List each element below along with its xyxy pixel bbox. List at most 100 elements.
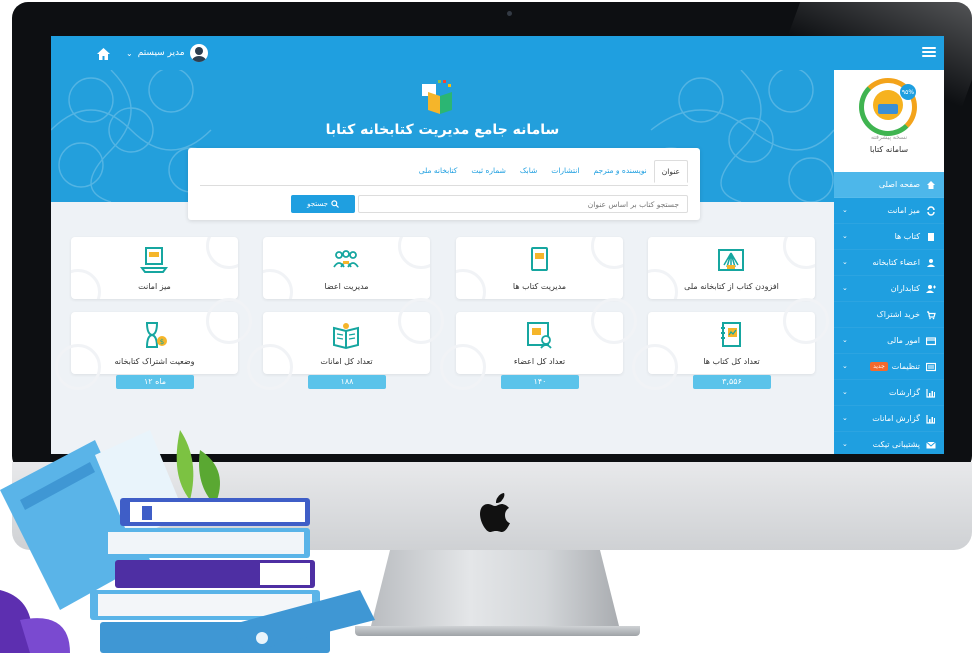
card-loan-desk[interactable]: میز امانت bbox=[71, 237, 238, 299]
sidebar-item-home[interactable]: صفحه اصلی bbox=[834, 172, 944, 198]
card-value: ۱۲ ماه bbox=[116, 375, 194, 389]
card-manage-members[interactable]: مدیریت اعضا bbox=[263, 237, 430, 299]
card-subscription-status[interactable]: $ وضعیت اشتراک کتابخانه ۱۲ ماه bbox=[55, 298, 252, 390]
sidebar-item-librarians[interactable]: ⌄ کتابداران bbox=[834, 276, 944, 302]
chevron-down-icon: ⌄ bbox=[842, 258, 848, 266]
cart-icon bbox=[927, 310, 936, 319]
subscription-icon: $ bbox=[146, 322, 167, 348]
tab-national-library[interactable]: کتابخانه ملی bbox=[412, 160, 465, 183]
tab-register-number[interactable]: شماره ثبت bbox=[464, 160, 513, 183]
chevron-down-icon: ⌄ bbox=[842, 440, 848, 448]
apple-logo-icon bbox=[480, 493, 510, 532]
new-badge: جدید bbox=[870, 362, 888, 371]
card-value: ۱۴۰ bbox=[501, 375, 579, 389]
card-total-loans[interactable]: تعداد کل امانات ۱۸۸ bbox=[247, 298, 444, 390]
chevron-down-icon: ⌄ bbox=[842, 206, 848, 214]
tab-author[interactable]: نویسنده و مترجم bbox=[586, 160, 653, 183]
chevron-down-icon: ⌄ bbox=[842, 284, 848, 292]
hamburger-icon[interactable] bbox=[922, 45, 936, 59]
loan-desk-icon bbox=[140, 247, 168, 273]
tab-isbn[interactable]: شابک bbox=[513, 160, 544, 183]
chevron-down-icon: ⌄ bbox=[842, 336, 848, 344]
sidebar-item-label: میز امانت bbox=[887, 206, 920, 215]
settings-icon bbox=[926, 362, 936, 371]
envelope-icon bbox=[926, 441, 936, 448]
sidebar-item-books[interactable]: ⌄ کتاب ها bbox=[834, 224, 944, 250]
sidebar-item-label: خرید اشتراک bbox=[876, 310, 920, 319]
logo-badge: ۹۵% bbox=[900, 84, 916, 100]
search-button-label: جستجو bbox=[307, 200, 328, 208]
svg-text:$: $ bbox=[160, 338, 164, 346]
card-label: افزودن کتاب از کتابخانه ملی bbox=[684, 282, 779, 291]
exchange-icon bbox=[927, 205, 935, 216]
sidebar-item-subscription[interactable]: خرید اشتراک bbox=[834, 302, 944, 328]
card-label: میز امانت bbox=[138, 282, 171, 291]
search-button[interactable]: جستجو bbox=[291, 195, 355, 213]
marketing-mockup: ⌄ مدیر سیستم سامانه جامع مدیریت کتابخانه… bbox=[0, 0, 977, 653]
books-count-icon bbox=[721, 322, 741, 347]
user-icon bbox=[927, 258, 935, 267]
card-add-from-national-library[interactable]: افزودن کتاب از کتابخانه ملی bbox=[648, 237, 815, 299]
sidebar-item-label: پشتیبانی تیکت bbox=[872, 440, 920, 449]
user-name: مدیر سیستم bbox=[137, 48, 185, 58]
sidebar-item-label: کتابداران bbox=[890, 284, 920, 293]
search-tabs: عنوان نویسنده و مترجم انتشارات شابک شمار… bbox=[412, 160, 688, 183]
search-icon bbox=[331, 200, 339, 208]
sidebar-item-label: امور مالی bbox=[887, 336, 920, 345]
chevron-down-icon: ⌄ bbox=[842, 388, 848, 396]
sidebar-item-label: اعضاء کتابخانه bbox=[872, 258, 920, 267]
bar-chart-icon bbox=[926, 414, 935, 424]
chevron-down-icon: ⌄ bbox=[842, 232, 848, 240]
sidebar-item-support[interactable]: ⌄ پشتیبانی تیکت bbox=[834, 432, 944, 454]
members-count-icon bbox=[527, 322, 552, 349]
card-label: تعداد کل امانات bbox=[320, 357, 373, 366]
tab-title[interactable]: عنوان bbox=[653, 160, 688, 183]
sidebar-item-reports[interactable]: ⌄ گزارشات bbox=[834, 380, 944, 406]
card-manage-books[interactable]: مدیریت کتاب ها bbox=[456, 237, 623, 299]
card-label: تعداد کل کتاب ها bbox=[703, 357, 760, 366]
sidebar-item-label: کتاب ها bbox=[894, 232, 920, 241]
home-icon bbox=[927, 180, 935, 189]
members-icon bbox=[333, 250, 359, 268]
sidebar: ۹۵% نسخه پیشرفته سامانه کتابا صفحه اصلی … bbox=[834, 70, 944, 454]
card-label: مدیریت اعضا bbox=[324, 282, 369, 291]
home-icon[interactable] bbox=[96, 46, 111, 60]
monitor-base bbox=[355, 626, 640, 636]
chevron-down-icon: ⌄ bbox=[842, 362, 848, 370]
card-value: ۱۸۸ bbox=[308, 375, 386, 389]
book-icon bbox=[928, 232, 934, 241]
sidebar-item-loan-desk[interactable]: ⌄ میز امانت bbox=[834, 198, 944, 224]
users-icon bbox=[926, 284, 936, 293]
card-label: مدیریت کتاب ها bbox=[512, 282, 567, 291]
tab-publisher[interactable]: انتشارات bbox=[544, 160, 586, 183]
top-navbar: ⌄ مدیر سیستم bbox=[51, 36, 944, 70]
sidebar-item-members[interactable]: ⌄ اعضاء کتابخانه bbox=[834, 250, 944, 276]
card-label: وضعیت اشتراک کتابخانه bbox=[114, 357, 195, 366]
user-avatar-icon bbox=[189, 44, 208, 62]
sidebar-item-label: گزارش امانات bbox=[872, 414, 920, 423]
sidebar-item-label: گزارشات bbox=[889, 388, 920, 397]
sidebar-item-finance[interactable]: ⌄ امور مالی bbox=[834, 328, 944, 354]
sidebar-nav: صفحه اصلی ⌄ میز امانت ⌄ کتاب ها ⌄ اعضاء … bbox=[834, 172, 944, 454]
sidebar-item-loan-reports[interactable]: ⌄ گزارش امانات bbox=[834, 406, 944, 432]
sidebar-item-settings[interactable]: ⌄ جدید تنظیمات bbox=[834, 354, 944, 380]
logo-name: سامانه کتابا bbox=[869, 145, 909, 154]
card-value: ۳,۵۵۶ bbox=[693, 375, 771, 389]
book-manage-icon bbox=[531, 247, 548, 271]
user-menu[interactable]: ⌄ مدیر سیستم bbox=[126, 43, 208, 63]
banner-title: سامانه جامع مدیریت کتابخانه کتابا bbox=[325, 122, 560, 138]
sidebar-item-label: صفحه اصلی bbox=[878, 180, 920, 189]
chevron-down-icon: ⌄ bbox=[126, 48, 133, 58]
card-total-books[interactable]: تعداد کل کتاب ها ۳,۵۵۶ bbox=[632, 298, 829, 390]
reader-icon bbox=[873, 90, 903, 120]
sidebar-logo: ۹۵% نسخه پیشرفته سامانه کتابا bbox=[834, 70, 944, 172]
books-illustration bbox=[0, 430, 375, 653]
search-input[interactable] bbox=[358, 195, 688, 213]
chevron-down-icon: ⌄ bbox=[842, 414, 848, 422]
logo-tag: نسخه پیشرفته bbox=[870, 134, 908, 141]
camera-dot bbox=[507, 11, 512, 16]
card-label: تعداد کل اعضاء bbox=[513, 357, 566, 366]
loans-count-icon bbox=[333, 323, 359, 350]
card-total-members[interactable]: تعداد کل اعضاء ۱۴۰ bbox=[440, 298, 637, 390]
bar-chart-icon bbox=[926, 388, 935, 398]
